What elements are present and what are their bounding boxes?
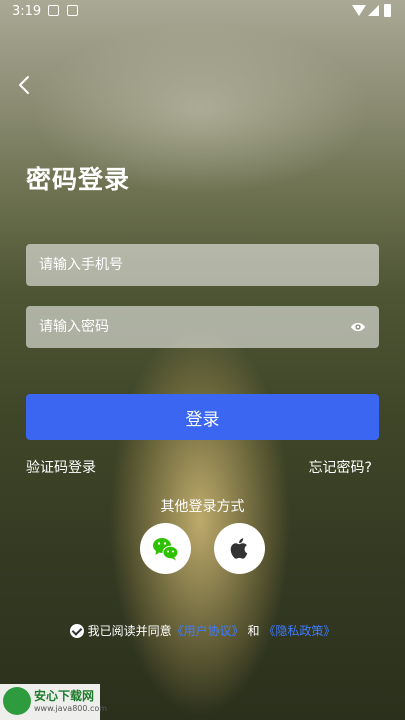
signal-icon [368, 5, 379, 16]
watermark-url: www.java800.com [34, 704, 108, 713]
page-title: 密码登录 [26, 165, 131, 194]
status-bar: 3:19 [0, 0, 405, 24]
back-button[interactable] [14, 73, 38, 97]
battery-icon [384, 4, 391, 17]
login-button[interactable]: 登录 [26, 394, 379, 440]
eye-icon[interactable] [350, 320, 366, 334]
wechat-login-button[interactable] [140, 523, 191, 574]
agreement-checkbox[interactable] [69, 624, 84, 638]
notification-icon [48, 5, 59, 16]
privacy-policy-link[interactable]: 《隐私政策》 [263, 624, 335, 638]
watermark-name: 安心下载网 [34, 689, 95, 703]
user-agreement-link[interactable]: 《用户协议》 [172, 624, 244, 638]
phone-field [26, 244, 379, 286]
login-screen: 3:19 密码登录 登录 验证码登录 忘记密码? 其他登录方式 [0, 0, 405, 720]
password-field [26, 306, 379, 348]
chevron-left-icon [19, 76, 29, 94]
phone-input[interactable] [26, 244, 379, 286]
wifi-icon [352, 5, 366, 16]
apple-icon [230, 538, 248, 559]
forgot-password-link[interactable]: 忘记密码? [309, 457, 372, 477]
agreement-prefix: 我已阅读并同意 [87, 624, 172, 638]
watermark-emblem-icon [3, 687, 31, 715]
sms-login-link[interactable]: 验证码登录 [26, 457, 96, 477]
apple-login-button[interactable] [214, 523, 265, 574]
sim-icon [67, 5, 78, 16]
password-input[interactable] [26, 306, 379, 348]
watermark-logo: 安心下载网 www.java800.com [0, 684, 107, 720]
status-time: 3:19 [12, 4, 42, 19]
wechat-icon [153, 538, 179, 561]
agreement-row: 我已阅读并同意《用户协议》 和 《隐私政策》 [0, 622, 405, 639]
other-login-label: 其他登录方式 [160, 499, 245, 515]
agreement-and: 和 [247, 624, 260, 638]
